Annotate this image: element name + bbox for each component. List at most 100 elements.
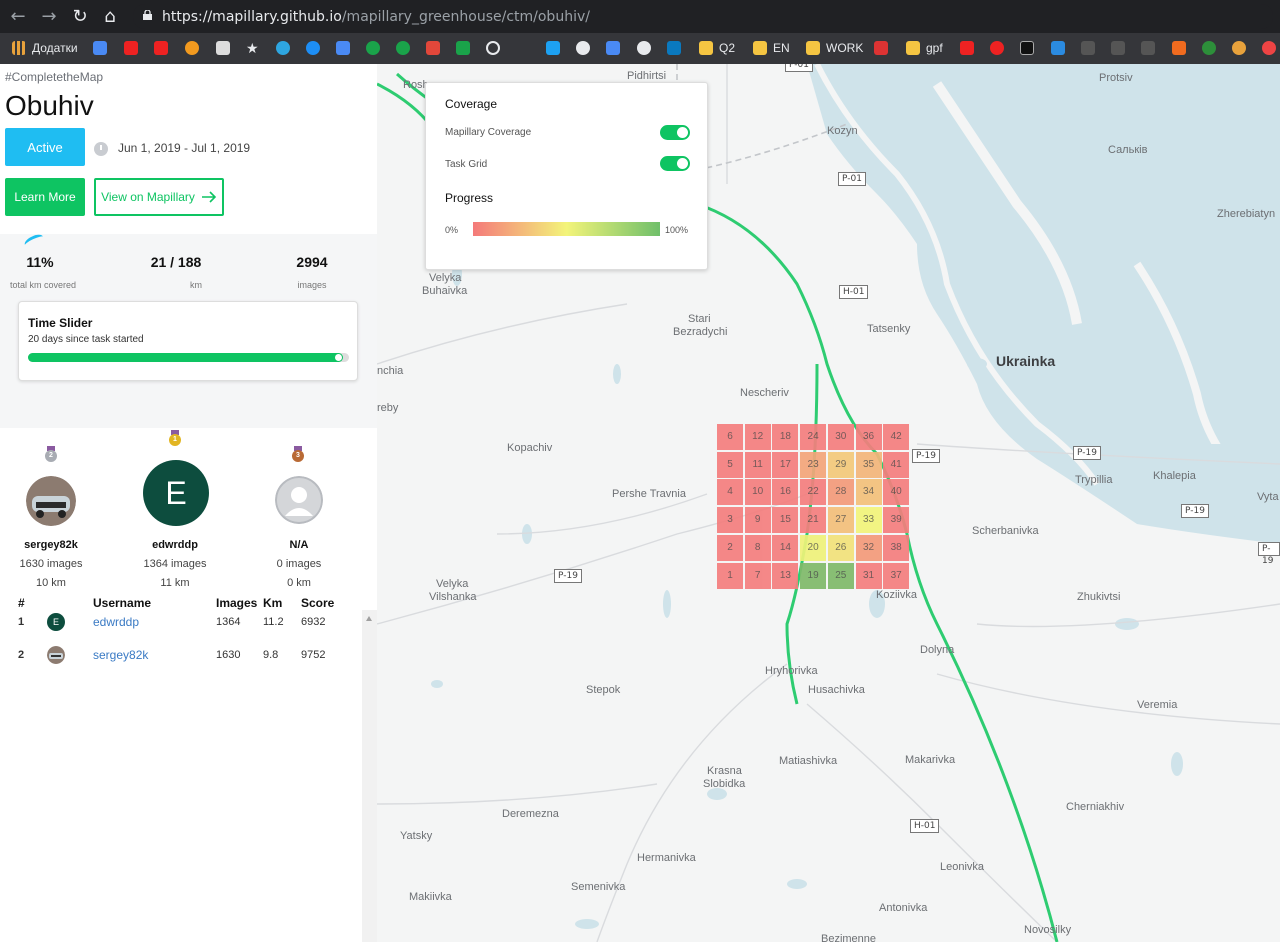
grid-cell-2[interactable]: 2 [717, 534, 743, 561]
bookmark-globe-2[interactable] [637, 40, 651, 56]
bookmark-q2[interactable]: Q2 [699, 40, 735, 56]
grid-cell-22[interactable]: 22 [800, 479, 827, 506]
row-1-username-link[interactable]: edwrddp [93, 615, 139, 629]
grid-cell-15[interactable]: 15 [772, 507, 799, 534]
bookmark-telegram[interactable] [276, 40, 290, 56]
avatar-sergey82k[interactable] [26, 476, 76, 526]
grid-cell-1[interactable]: 1 [717, 562, 743, 589]
grid-cell-21[interactable]: 21 [800, 507, 827, 534]
grid-cell-13[interactable]: 13 [772, 562, 799, 589]
grid-cell-14[interactable]: 14 [772, 534, 799, 561]
bookmark-youtube-3[interactable] [960, 40, 974, 56]
grid-cell-30[interactable]: 30 [827, 424, 854, 450]
bookmark-youtube-2[interactable] [154, 40, 168, 56]
bookmark-star[interactable]: ★ [246, 40, 259, 56]
grid-cell-39[interactable]: 39 [883, 507, 910, 534]
bookmark-calendar[interactable] [336, 40, 350, 56]
grid-cell-10[interactable]: 10 [744, 479, 771, 506]
bookmark-en[interactable]: EN [753, 40, 790, 56]
grid-cell-23[interactable]: 23 [800, 451, 827, 478]
bookmark-maps[interactable] [426, 40, 440, 56]
grid-cell-24[interactable]: 24 [800, 424, 827, 450]
grid-cell-37[interactable]: 37 [883, 562, 910, 589]
bookmark-messenger[interactable] [306, 40, 320, 56]
time-slider-handle[interactable] [334, 354, 342, 361]
bookmark-work[interactable]: WORK [806, 40, 863, 56]
grid-cell-41[interactable]: 41 [883, 451, 910, 478]
grid-cell-29[interactable]: 29 [827, 451, 854, 478]
grid-cell-11[interactable]: 11 [744, 451, 771, 478]
bookmark-no-1[interactable] [1081, 40, 1095, 56]
grid-cell-26[interactable]: 26 [827, 534, 854, 561]
bookmark-pinwheel[interactable] [1232, 40, 1246, 56]
grid-cell-27[interactable]: 27 [827, 507, 854, 534]
row-1-avatar[interactable]: E [47, 613, 65, 631]
grid-cell-17[interactable]: 17 [772, 451, 799, 478]
grid-cell-38[interactable]: 38 [883, 534, 910, 561]
avatar-edwrddp[interactable]: E [143, 460, 209, 526]
bookmark-site[interactable] [185, 40, 199, 56]
back-arrow-icon[interactable]: ← [7, 6, 29, 28]
task-grid-toggle[interactable] [660, 156, 690, 171]
grid-cell-20[interactable]: 20 [800, 534, 827, 561]
bookmark-translate[interactable] [93, 40, 107, 56]
grid-cell-18[interactable]: 18 [772, 424, 799, 450]
bookmark-docs[interactable] [606, 40, 620, 56]
grid-cell-9[interactable]: 9 [744, 507, 771, 534]
grid-cell-31[interactable]: 31 [855, 562, 882, 589]
grid-cell-19[interactable]: 19 [800, 562, 827, 589]
grid-cell-28[interactable]: 28 [827, 479, 854, 506]
bookmark-youtube[interactable] [124, 40, 138, 56]
bookmark-bbc[interactable] [1020, 40, 1034, 56]
scroll-up-arrow-icon[interactable] [366, 616, 372, 621]
url-text[interactable]: https://mapillary.github.io/mapillary_gr… [162, 9, 590, 25]
bookmark-green-1[interactable] [366, 40, 380, 56]
bookmark-no-3[interactable] [1141, 40, 1155, 56]
bookmark-no-2[interactable] [1111, 40, 1125, 56]
grid-cell-16[interactable]: 16 [772, 479, 799, 506]
grid-cell-36[interactable]: 36 [855, 424, 882, 450]
grid-cell-3[interactable]: 3 [717, 507, 743, 534]
time-slider[interactable] [28, 353, 349, 362]
mapillary-coverage-toggle[interactable] [660, 125, 690, 140]
bookmark-arrow[interactable] [1172, 40, 1186, 56]
grid-cell-8[interactable]: 8 [744, 534, 771, 561]
bookmark-flask[interactable] [216, 40, 230, 56]
bookmark-check[interactable] [1051, 40, 1065, 56]
place-label: Bezimenne [821, 933, 877, 942]
grid-cell-7[interactable]: 7 [744, 562, 771, 589]
bookmark-globe[interactable] [576, 40, 590, 56]
grid-cell-32[interactable]: 32 [855, 534, 882, 561]
bookmark-green-3[interactable] [456, 40, 470, 56]
bookmark-green-2[interactable] [396, 40, 410, 56]
grid-cell-6[interactable]: 6 [717, 424, 743, 450]
learn-more-button[interactable]: Learn More [5, 178, 85, 216]
status-badge[interactable]: Active [5, 128, 85, 166]
bookmark-wheel[interactable] [486, 40, 500, 56]
grid-cell-12[interactable]: 12 [744, 424, 771, 450]
reload-icon[interactable]: ↻ [69, 6, 91, 28]
view-on-mapillary-button[interactable]: View on Mapillary [94, 178, 224, 216]
bookmark-os[interactable] [874, 40, 888, 56]
grid-cell-25[interactable]: 25 [827, 562, 854, 589]
bookmark-twitter[interactable] [546, 40, 560, 56]
bookmark-record[interactable] [990, 40, 1004, 56]
grid-cell-42[interactable]: 42 [883, 424, 910, 450]
grid-cell-40[interactable]: 40 [883, 479, 910, 506]
row-2-username-link[interactable]: sergey82k [93, 648, 148, 662]
bookmark-leaf[interactable] [1202, 40, 1216, 56]
grid-cell-33[interactable]: 33 [855, 507, 882, 534]
bookmark-more[interactable] [1262, 40, 1276, 56]
grid-cell-34[interactable]: 34 [855, 479, 882, 506]
map-canvas[interactable]: 1 2 3 4 5 6 7 8 9 10 11 12 13 14 15 16 17 18 19 20 21 22 23 24 2… [377, 64, 1280, 942]
grid-cell-35[interactable]: 35 [855, 451, 882, 478]
bookmark-apps[interactable]: Додатки [12, 40, 78, 56]
grid-cell-4[interactable]: 4 [717, 479, 743, 506]
bookmark-trello[interactable] [667, 40, 681, 56]
bookmark-gpf[interactable]: gpf [906, 40, 943, 56]
row-2-avatar[interactable] [47, 646, 65, 664]
grid-cell-5[interactable]: 5 [717, 451, 743, 478]
sidebar-scrollbar[interactable] [362, 610, 377, 942]
forward-arrow-icon[interactable]: → [38, 6, 60, 28]
home-icon[interactable]: ⌂ [99, 6, 121, 28]
